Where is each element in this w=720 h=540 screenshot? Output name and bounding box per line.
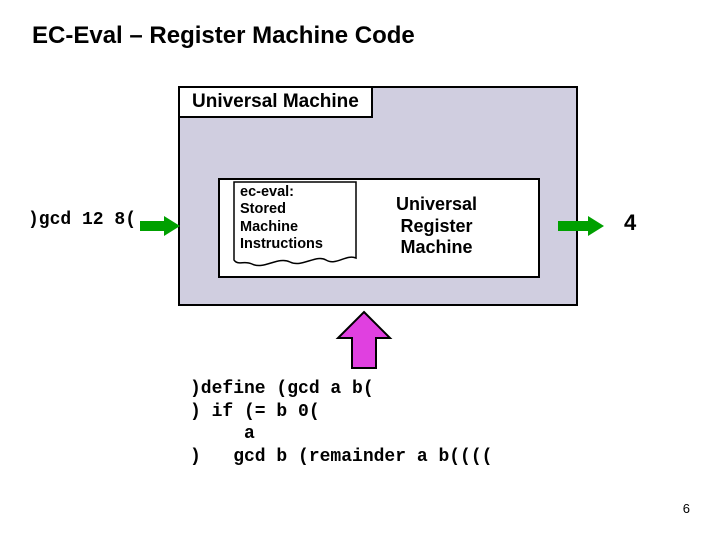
code-line: ) gcd b (remainder a b(((( [190, 447, 492, 467]
arrow-program-input-icon [334, 310, 394, 377]
note-line: Instructions [240, 236, 352, 253]
code-line: ) if (= b 0( [190, 402, 320, 422]
code-line: a [190, 424, 255, 444]
arrow-output-icon [558, 216, 606, 241]
instructions-note-text: ec-eval: Stored Machine Instructions [240, 184, 352, 254]
input-expression: )gcd 12 8( [28, 210, 136, 230]
note-line: Stored [240, 201, 352, 218]
arrow-input-icon [140, 216, 182, 241]
slide-title: EC-Eval – Register Machine Code [32, 22, 415, 50]
output-value: 4 [624, 210, 636, 236]
urm-line: Machine [396, 237, 477, 259]
urm-line: Universal [396, 194, 477, 216]
note-line: ec-eval: [240, 184, 352, 201]
universal-machine-title: Universal Machine [178, 86, 373, 118]
universal-register-machine-label: Universal Register Machine [396, 194, 477, 259]
urm-line: Register [396, 216, 477, 238]
gcd-definition-code: )define (gcd a b( ) if (= b 0( a ) gcd b… [190, 378, 492, 468]
page-number: 6 [683, 501, 690, 516]
code-line: )define (gcd a b( [190, 379, 374, 399]
note-line: Machine [240, 219, 352, 236]
